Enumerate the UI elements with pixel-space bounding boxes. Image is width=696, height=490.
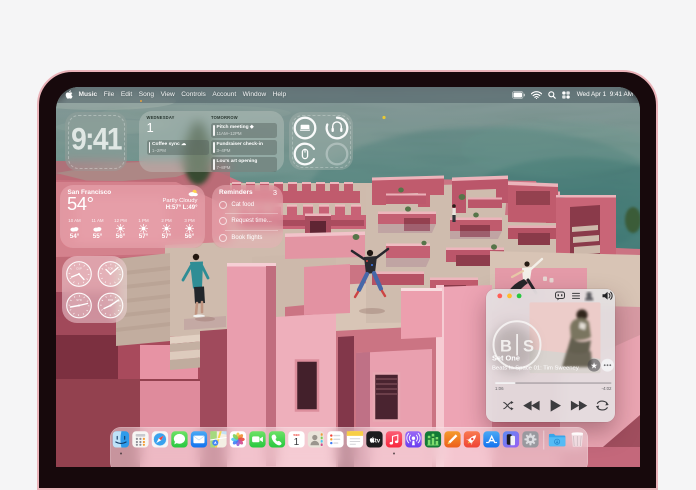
svg-text:S: S (522, 338, 533, 356)
svg-text:1:06: 1:06 (495, 386, 504, 391)
svg-text:tv: tv (374, 437, 380, 444)
svg-text:★: ★ (590, 361, 598, 371)
svg-text:CUP: CUP (76, 266, 82, 270)
svg-text:-4:02: -4:02 (601, 386, 612, 391)
svg-text:Beats In Space 01: Tim Sweeney: Beats In Space 01: Tim Sweeney (492, 366, 579, 372)
svg-text:TOK: TOK (108, 266, 114, 270)
svg-text:PAR: PAR (108, 298, 113, 302)
svg-text:SYD: SYD (76, 298, 82, 302)
svg-text:Set One: Set One (492, 354, 520, 363)
svg-text:1: 1 (293, 436, 299, 447)
